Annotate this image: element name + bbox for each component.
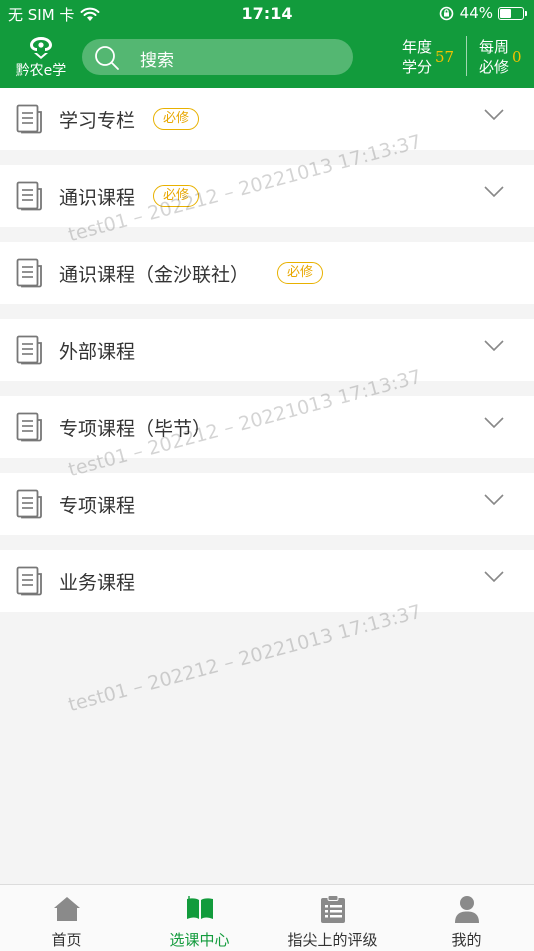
chevron-down-icon[interactable]	[484, 109, 504, 121]
tab-label: 首页	[51, 931, 82, 949]
course-category-row[interactable]: 外部课程	[0, 319, 534, 381]
battery-icon	[498, 6, 527, 20]
course-category-title: 学习专栏	[59, 109, 136, 132]
course-category-row[interactable]: 专项课程	[0, 473, 534, 535]
battery-level	[500, 8, 511, 18]
book-icon	[186, 896, 213, 919]
search-placeholder: 搜索	[140, 51, 174, 71]
search-input[interactable]: 搜索	[82, 39, 353, 75]
header: 黔农e学 搜索 年度学分57 每周必修0	[0, 28, 534, 88]
course-category-row[interactable]: 学习专栏 必修	[0, 88, 534, 150]
chevron-down-icon[interactable]	[484, 417, 504, 429]
tab-rating[interactable]: 指尖上的评级	[266, 885, 399, 951]
chevron-down-icon[interactable]	[484, 186, 504, 198]
annual-credits-value: 57	[435, 48, 455, 66]
top-area: 无 SIM 卡 17:14 44% 黔农e学 搜索 年度学分57 每周必修0	[0, 0, 534, 88]
document-icon	[16, 566, 42, 596]
home-icon	[53, 897, 80, 921]
course-category-list: 学习专栏 必修 通识课程 必修 通识课程（金沙联社） 必修 外部课程 专项课程（…	[0, 88, 534, 627]
stats-divider	[466, 36, 467, 76]
weekly-required-value: 0	[512, 48, 522, 66]
person-icon	[454, 896, 479, 923]
document-icon	[16, 412, 42, 442]
status-bar: 无 SIM 卡 17:14 44%	[0, 0, 534, 28]
logo-text: 黔农e学	[15, 63, 67, 79]
tab-mine[interactable]: 我的	[400, 885, 533, 951]
tab-label: 我的	[451, 931, 482, 949]
annual-credits[interactable]: 年度学分57	[402, 37, 454, 77]
tab-label: 指尖上的评级	[287, 931, 378, 949]
chevron-down-icon[interactable]	[484, 494, 504, 506]
search-icon	[95, 46, 119, 70]
course-category-row[interactable]: 专项课程（毕节）	[0, 396, 534, 458]
chevron-down-icon[interactable]	[484, 340, 504, 352]
tab-label: 选课中心	[169, 931, 230, 949]
weekly-required-label: 每周必修	[479, 38, 510, 76]
document-icon	[16, 489, 42, 519]
weekly-required[interactable]: 每周必修0	[479, 37, 522, 77]
document-icon	[16, 181, 42, 211]
course-category-title: 通识课程（金沙联社）	[59, 263, 250, 286]
bottom-tab-bar: 首页 选课中心 指尖上的评级 我的	[0, 884, 534, 951]
document-icon	[16, 104, 42, 134]
course-category-title: 专项课程	[59, 494, 136, 517]
tab-course-center[interactable]: 选课中心	[133, 885, 266, 951]
course-category-row[interactable]: 通识课程（金沙联社） 必修	[0, 242, 534, 304]
course-category-title: 外部课程	[59, 340, 136, 363]
course-category-title: 通识课程	[59, 186, 136, 209]
chevron-down-icon[interactable]	[484, 571, 504, 583]
app-logo[interactable]: 黔农e学	[10, 36, 72, 80]
annual-credits-label: 年度学分	[402, 38, 433, 76]
clipboard-list-icon	[320, 895, 345, 923]
course-category-title: 业务课程	[59, 571, 136, 594]
battery-percent: 44%	[459, 4, 493, 22]
course-category-title: 专项课程（毕节）	[59, 417, 212, 440]
tab-home[interactable]: 首页	[0, 885, 133, 951]
orientation-lock-icon	[439, 6, 453, 20]
status-right: 44%	[439, 4, 527, 22]
required-badge: 必修	[153, 185, 200, 207]
logo-mark-icon	[30, 37, 52, 59]
document-icon	[16, 258, 42, 288]
course-category-row[interactable]: 通识课程 必修	[0, 165, 534, 227]
course-category-row[interactable]: 业务课程	[0, 550, 534, 612]
required-badge: 必修	[277, 262, 324, 284]
required-badge: 必修	[153, 108, 200, 130]
document-icon	[16, 335, 42, 365]
